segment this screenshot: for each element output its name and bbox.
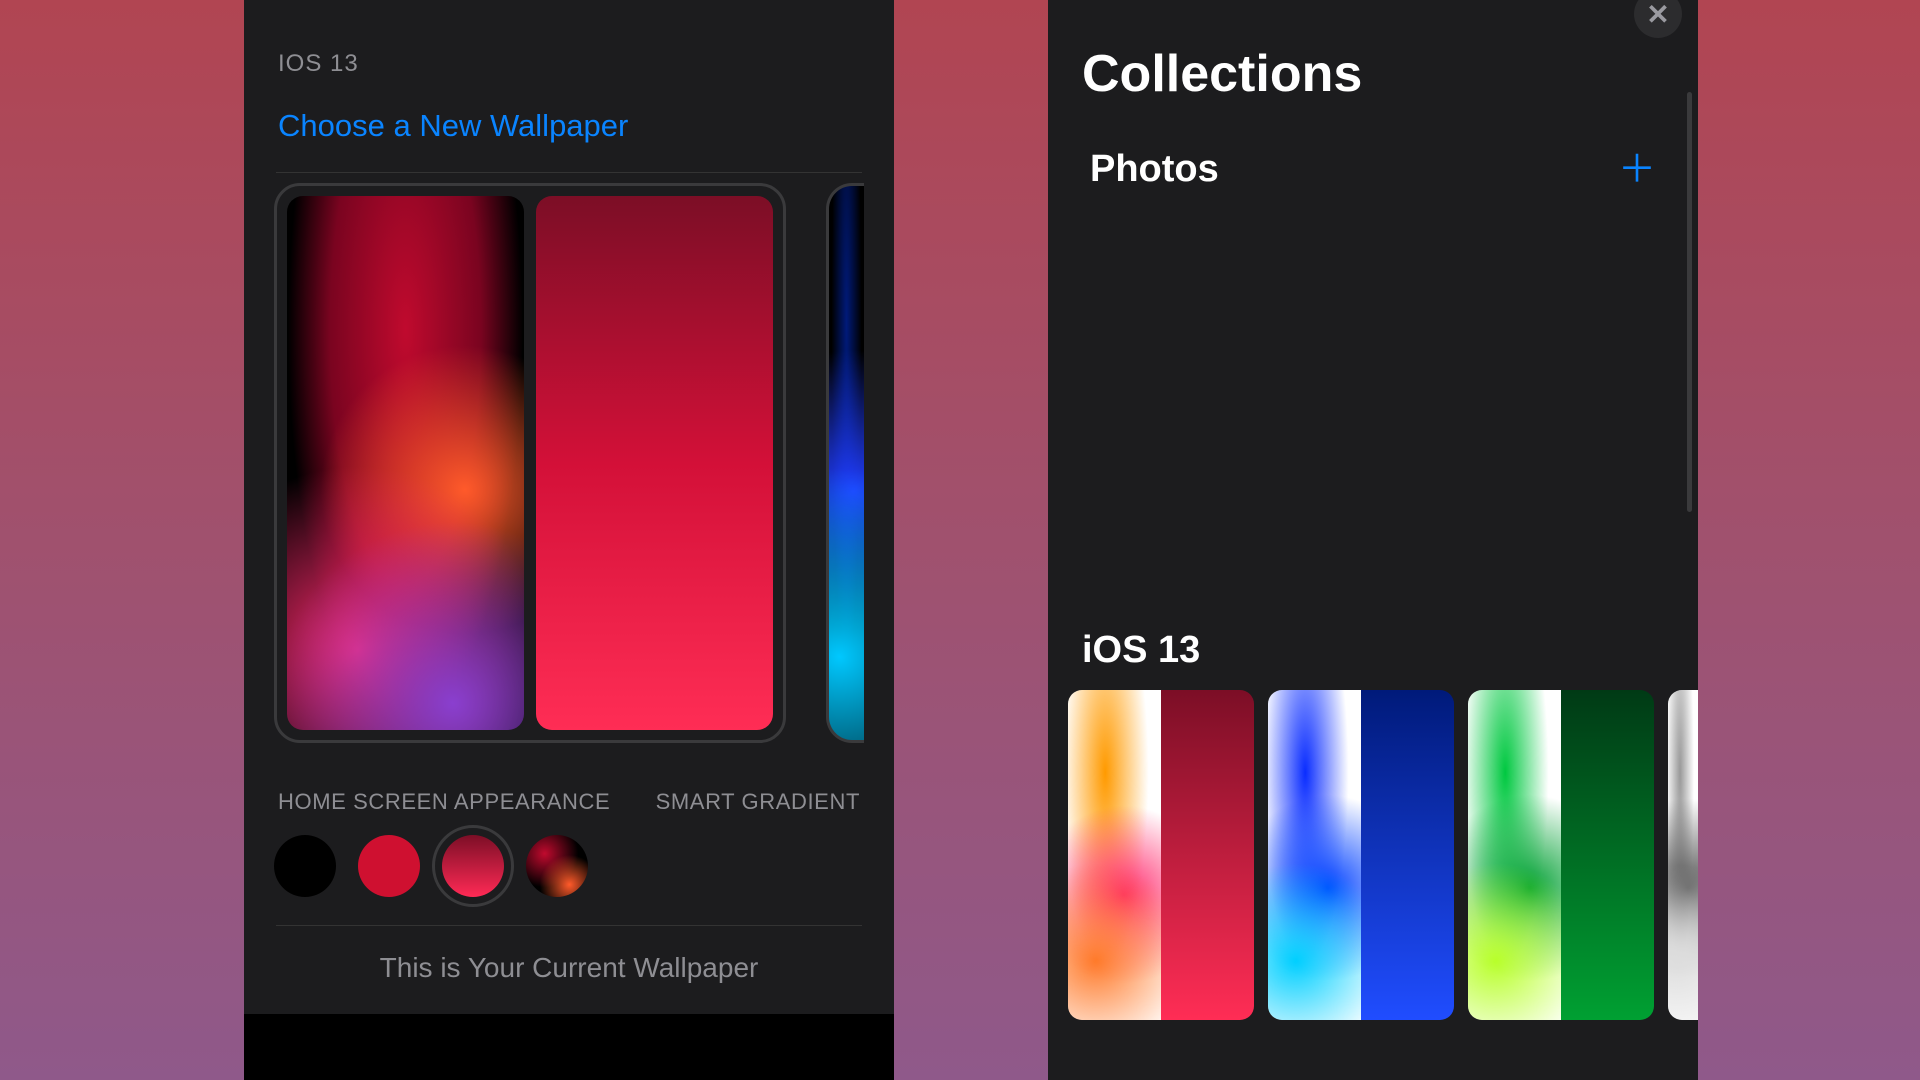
close-icon: ✕ [1646,0,1669,31]
swatch-black[interactable] [274,835,336,897]
photos-row[interactable]: Photos ＋ [1048,118,1698,201]
wallpaper-pair-next-peek[interactable] [826,183,865,743]
section-caption: IOS 13 [244,14,894,88]
collections-title: Collections [1048,0,1698,118]
photos-empty-space [1048,201,1698,621]
appearance-labels-row: HOME SCREEN APPEARANCE SMART GRADIENT [244,765,894,829]
add-photos-button[interactable]: ＋ [1618,151,1656,189]
smart-gradient-label: SMART GRADIENT [656,789,860,815]
ios13-section-label: iOS 13 [1048,621,1698,690]
choose-wallpaper-row[interactable]: Choose a New Wallpaper [244,88,894,172]
wallpaper-thumb-grey-peek[interactable] [1668,690,1698,1020]
lock-screen-preview [287,196,524,730]
wallpaper-thumb-green[interactable] [1468,690,1654,1020]
screenshot-right: ✕ Collections Photos ＋ iOS 13 [1048,0,1698,1080]
swatch-wallpaper-match[interactable] [526,835,588,897]
wallpaper-pair-selected[interactable] [274,183,786,743]
swatch-red-gradient-selected[interactable] [442,835,504,897]
screenshot-left: IOS 13 Choose a New Wallpaper HOME SCREE… [244,0,894,1080]
wallpaper-thumb-blue[interactable] [1268,690,1454,1020]
choose-wallpaper-link[interactable]: Choose a New Wallpaper [244,88,894,172]
top-strip [244,0,894,14]
scroll-indicator[interactable] [1687,92,1692,512]
home-screen-preview [536,196,773,730]
current-wallpaper-label: This is Your Current Wallpaper [244,926,894,1014]
ios13-thumbnails [1048,690,1698,1020]
bottom-black [244,1014,894,1074]
appearance-swatches [244,829,894,925]
swatch-red-solid[interactable] [358,835,420,897]
wallpaper-thumb-red[interactable] [1068,690,1254,1020]
home-appearance-label: HOME SCREEN APPEARANCE [278,789,610,815]
section-ios13: IOS 13 [244,14,894,88]
photos-label: Photos [1090,148,1219,191]
wallpaper-preview-row [244,173,894,765]
